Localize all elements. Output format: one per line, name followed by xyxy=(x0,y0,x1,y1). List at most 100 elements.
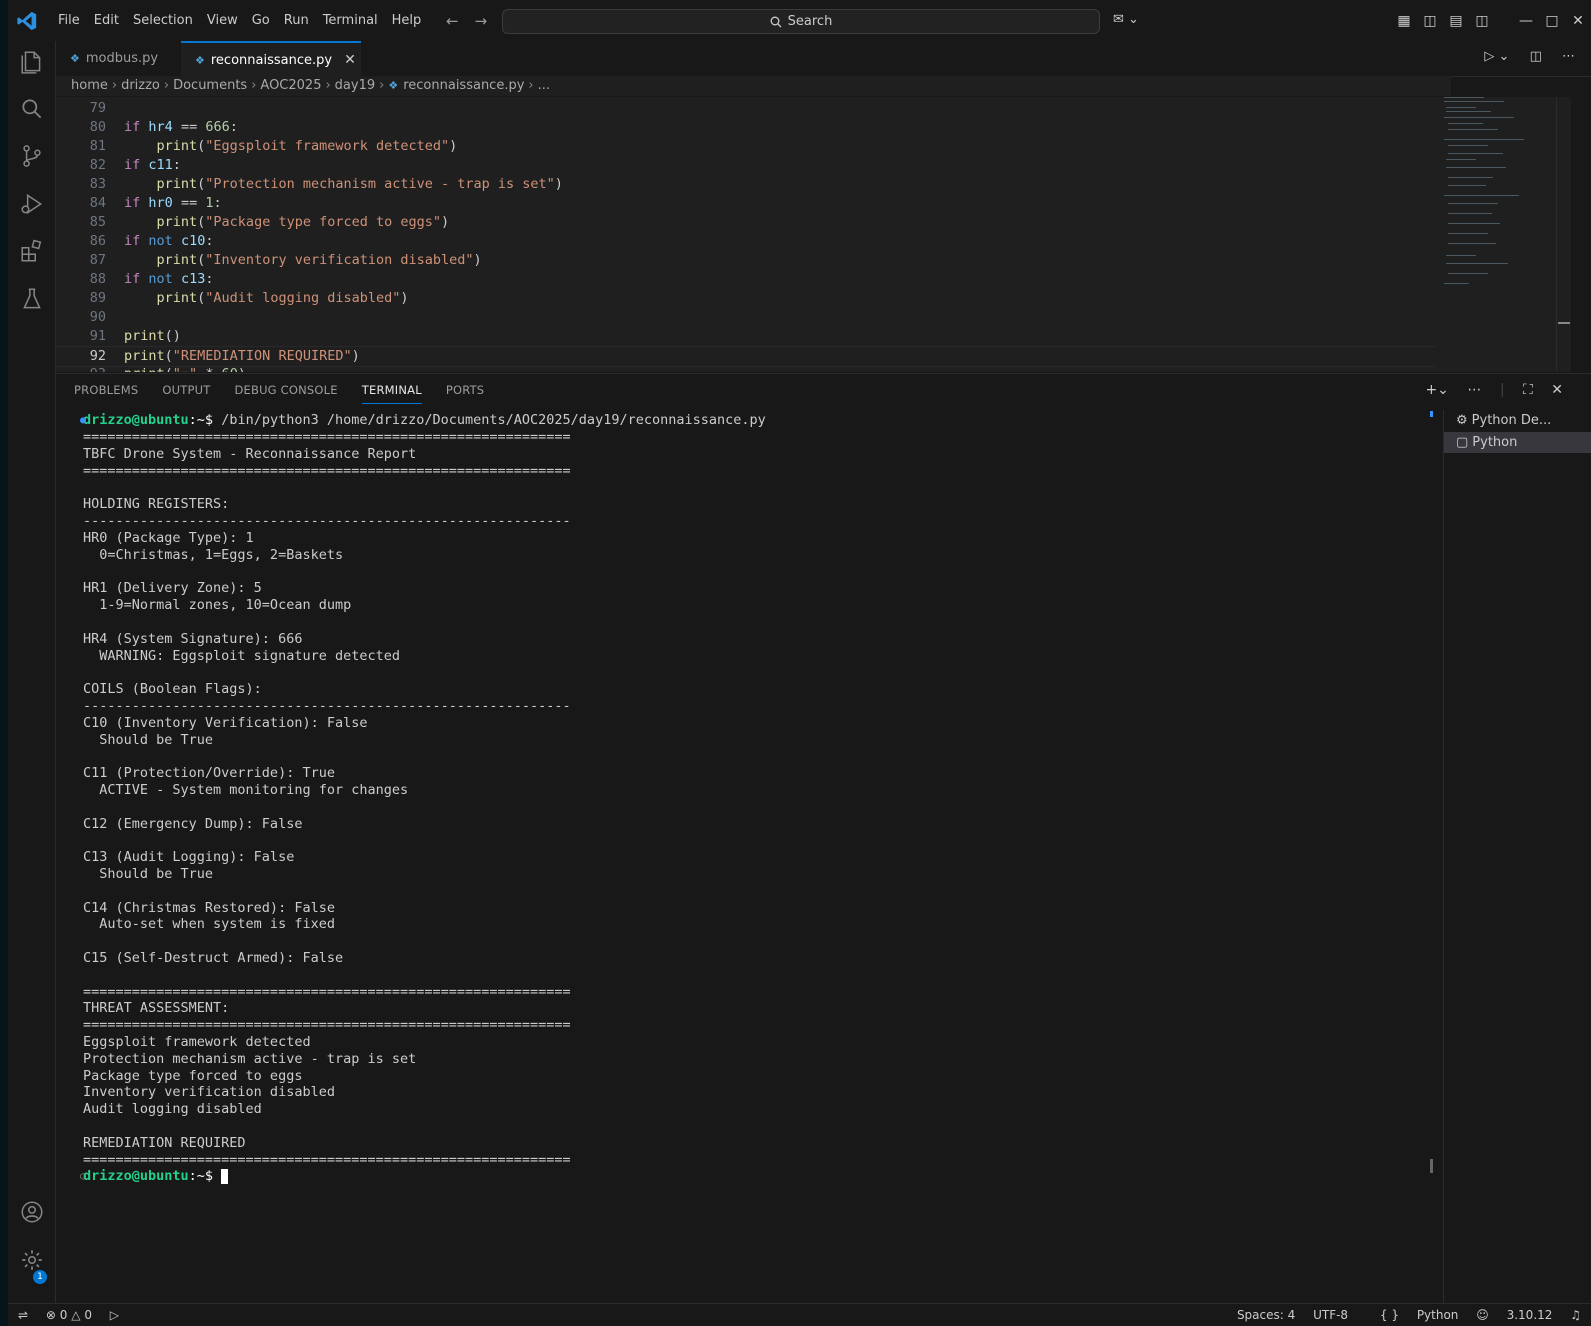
code-line: 91 print() xyxy=(89,328,181,344)
search-sidebar-icon[interactable] xyxy=(19,96,45,122)
breadcrumb: home › drizzo › Documents › AOC2025 › day19 › ❖ rec… xyxy=(56,76,1451,96)
menu-selection[interactable]: Selection xyxy=(126,9,200,32)
accounts-icon[interactable] xyxy=(19,1199,45,1225)
explorer-icon[interactable] xyxy=(19,49,45,75)
terminal-line: Should be True xyxy=(83,866,214,882)
tab-modbus[interactable]: ❖ modbus.py xyxy=(56,41,195,76)
editor-scrollbar[interactable] xyxy=(1556,97,1571,372)
tab-terminal[interactable]: TERMINAL xyxy=(361,383,422,404)
forward-arrow-icon[interactable]: → xyxy=(475,12,488,30)
vscode-window: File Edit Selection View Go Run Terminal… xyxy=(8,0,1591,1326)
menu-view[interactable]: View xyxy=(200,9,245,32)
tab-problems[interactable]: PROBLEMS xyxy=(74,383,138,404)
tab-output[interactable]: OUTPUT xyxy=(162,383,210,404)
terminal-line: HR0 (Package Type): 1 xyxy=(83,530,254,546)
terminal-output[interactable]: ● drizzo@ubuntu:~$ /bin/python3 /home/dri… xyxy=(74,412,1424,1292)
maximize-panel-icon[interactable]: ⛶ xyxy=(1523,382,1533,398)
terminal-line: Inventory verification disabled xyxy=(83,1084,335,1100)
indentation-status[interactable]: Spaces: 4 xyxy=(1237,1308,1295,1322)
menu-edit[interactable]: Edit xyxy=(87,9,126,32)
terminal-list-item-python[interactable]: ▢ Python xyxy=(1444,432,1591,453)
minimap[interactable] xyxy=(1436,97,1556,372)
terminal-line: Eggsploit framework detected xyxy=(83,1034,311,1050)
terminal-line: ========================================… xyxy=(83,429,571,445)
terminal-line: HR1 (Delivery Zone): 5 xyxy=(83,580,262,596)
toggle-sidebar-icon[interactable]: ◫ xyxy=(1417,13,1443,29)
remote-indicator-icon[interactable]: ⇌ xyxy=(18,1308,28,1322)
language-mode[interactable]: { } Python xyxy=(1366,1308,1459,1322)
terminal-line: ACTIVE - System monitoring for changes xyxy=(83,782,409,798)
customize-layout-icon[interactable]: ▦ xyxy=(1391,13,1417,29)
new-terminal-icon[interactable]: +⌄ xyxy=(1425,382,1448,398)
extensions-icon[interactable] xyxy=(19,238,45,264)
encoding-status[interactable]: UTF-8 xyxy=(1313,1308,1348,1322)
close-panel-icon[interactable]: ✕ xyxy=(1551,382,1563,398)
python-version[interactable]: 3.10.12 xyxy=(1507,1308,1553,1322)
menu-help[interactable]: Help xyxy=(385,9,429,32)
more-actions-icon[interactable]: ⋯ xyxy=(1467,382,1481,398)
run-file-icon[interactable]: ▷ ⌄ xyxy=(1484,49,1509,64)
testing-icon[interactable] xyxy=(19,286,45,312)
code-line: 86 if not c10: xyxy=(89,233,214,249)
breadcrumb-item[interactable]: ... xyxy=(538,78,550,93)
tab-label: reconnaissance.py xyxy=(210,52,333,68)
terminal-cursor xyxy=(221,1168,229,1184)
breadcrumb-item[interactable]: drizzo xyxy=(121,78,160,93)
close-window-icon[interactable]: ✕ xyxy=(1565,13,1591,29)
warning-icon[interactable]: △ xyxy=(71,1308,80,1322)
menu-file[interactable]: File xyxy=(51,9,87,32)
tab-debug-console[interactable]: DEBUG CONSOLE xyxy=(234,383,337,404)
status-bar: ⇌ ⊗ 0 △ 0 ▷ Spaces: 4 UTF-8 { } Python ☺… xyxy=(8,1303,1591,1326)
chevron-right-icon: › xyxy=(325,78,331,93)
terminal-line: HR4 (System Signature): 666 xyxy=(83,631,303,647)
terminal-scrollbar[interactable] xyxy=(1430,411,1436,1173)
terminal-line: REMEDIATION REQUIRED xyxy=(83,1135,246,1151)
tab-reconnaissance[interactable]: ❖ reconnaissance.py ✕ xyxy=(181,41,361,77)
terminal-list-item-python-debug[interactable]: ⚙ Python De... xyxy=(1444,410,1591,431)
close-tab-icon[interactable]: ✕ xyxy=(344,52,356,68)
back-arrow-icon[interactable]: ← xyxy=(446,12,459,30)
terminal-line: 1-9=Normal zones, 10=Ocean dump xyxy=(83,597,352,613)
code-line: 84 if hr0 == 1: xyxy=(89,195,222,211)
python-file-icon: ❖ xyxy=(70,52,80,65)
split-editor-icon[interactable]: ◫ xyxy=(1530,49,1542,64)
panel-actions: +⌄ ⋯ | ⛶ ✕ xyxy=(1425,382,1563,398)
code-editor[interactable]: 79 80 if hr4 == 666: 81 print("Eggsploit … xyxy=(56,97,1436,372)
bottom-panel: PROBLEMS OUTPUT DEBUG CONSOLE TERMINAL P… xyxy=(56,373,1591,1310)
code-line: 83 print("Protection mechanism active - … xyxy=(89,176,563,192)
breadcrumb-item[interactable]: reconnaissance.py xyxy=(403,78,524,93)
debug-status-icon[interactable]: ▷ xyxy=(110,1308,119,1322)
run-debug-icon[interactable] xyxy=(19,191,45,217)
more-actions-icon[interactable]: ⋯ xyxy=(1562,49,1575,64)
error-count[interactable]: 0 xyxy=(60,1308,68,1322)
breadcrumb-item[interactable]: day19 xyxy=(335,78,375,93)
errors-icon[interactable]: ⊗ xyxy=(46,1308,56,1322)
breadcrumb-item[interactable]: home xyxy=(71,78,108,93)
minimize-icon[interactable]: — xyxy=(1513,13,1539,29)
tab-label: modbus.py xyxy=(85,51,159,66)
notifications-bell-icon[interactable]: ♫ xyxy=(1570,1308,1581,1322)
maximize-icon[interactable]: □ xyxy=(1539,13,1565,29)
breadcrumb-item[interactable]: Documents xyxy=(173,78,247,93)
code-line: 85 print("Package type forced to eggs") xyxy=(89,214,450,230)
toggle-secondary-sidebar-icon[interactable]: ◫ xyxy=(1469,13,1495,29)
tab-ports[interactable]: PORTS xyxy=(446,383,484,404)
terminal-line: HOLDING REGISTERS: xyxy=(83,496,230,512)
copilot-icon[interactable]: ✉ ⌄ xyxy=(1113,12,1139,27)
menu-go[interactable]: Go xyxy=(245,9,277,32)
menu-run[interactable]: Run xyxy=(277,9,316,32)
source-control-icon[interactable] xyxy=(19,143,45,169)
nav-arrows: ← → xyxy=(446,12,503,30)
code-line: 89 print("Audit logging disabled") xyxy=(89,290,409,306)
panel-tabs: PROBLEMS OUTPUT DEBUG CONSOLE TERMINAL P… xyxy=(74,383,508,404)
menu-terminal[interactable]: Terminal xyxy=(316,9,385,32)
terminal-line: C14 (Christmas Restored): False xyxy=(83,900,335,916)
command-center-search[interactable]: Search xyxy=(502,9,1100,34)
copilot-status-icon[interactable]: ☺ xyxy=(1476,1308,1489,1322)
terminal-line: ========================================… xyxy=(83,984,571,1000)
warning-count[interactable]: 0 xyxy=(84,1308,92,1322)
toggle-panel-icon[interactable]: ▤ xyxy=(1443,13,1469,29)
window-controls: ▦ ◫ ▤ ◫ — □ ✕ xyxy=(1391,0,1591,41)
breadcrumb-item[interactable]: AOC2025 xyxy=(260,78,321,93)
code-line: 80 if hr4 == 666: xyxy=(89,119,238,135)
